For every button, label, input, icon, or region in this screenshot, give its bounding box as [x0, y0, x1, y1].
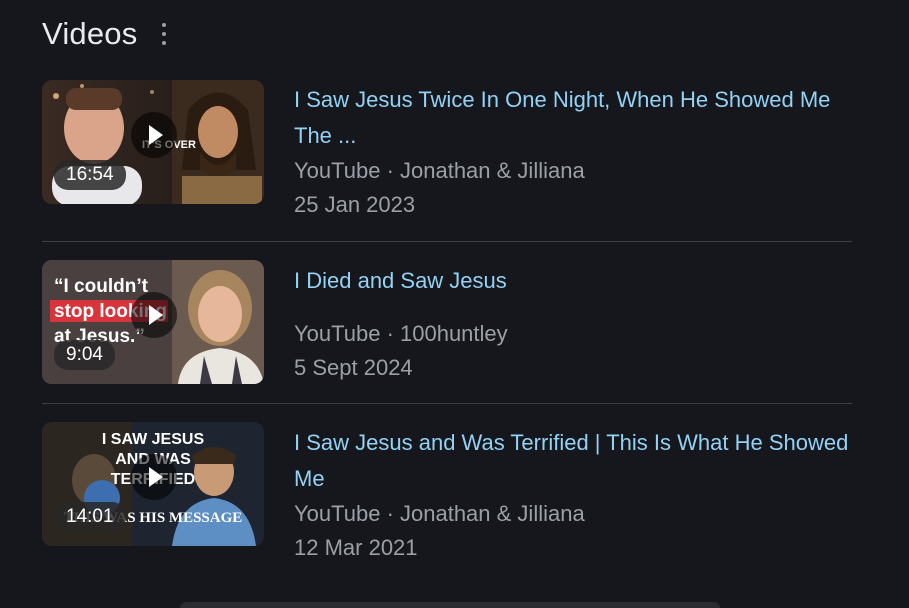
- more-videos-bar[interactable]: [180, 602, 720, 608]
- thumbnail-caption: “I couldn’t: [54, 276, 149, 297]
- videos-header: Videos: [42, 14, 169, 54]
- video-date: 12 Mar 2021: [294, 535, 418, 560]
- play-icon[interactable]: [131, 292, 177, 338]
- video-source: YouTube · 100huntley: [294, 321, 508, 346]
- video-source: YouTube · Jonathan & Jilliana: [294, 501, 585, 526]
- play-icon[interactable]: [131, 454, 177, 500]
- video-result-3[interactable]: I SAW JESUS AND WAS TERRIFIED THIS WAS H…: [42, 404, 852, 565]
- video-thumbnail[interactable]: IT'S OVER 16:54: [42, 80, 264, 204]
- video-thumbnail[interactable]: “I couldn’t stop looking at Jesus.” 9:04: [42, 260, 264, 384]
- video-meta: I Saw Jesus and Was Terrified | This Is …: [294, 425, 854, 565]
- video-meta: I Saw Jesus Twice In One Night, When He …: [294, 82, 854, 222]
- duration-badge: 14:01: [54, 502, 126, 532]
- more-options-icon[interactable]: [159, 23, 169, 45]
- section-title: Videos: [42, 16, 138, 51]
- video-thumbnail[interactable]: I SAW JESUS AND WAS TERRIFIED THIS WAS H…: [42, 422, 264, 546]
- thumbnail-caption: I SAW JESUS: [102, 431, 205, 448]
- video-title-link[interactable]: I Saw Jesus and Was Terrified | This Is …: [294, 425, 854, 497]
- video-date: 25 Jan 2023: [294, 192, 416, 217]
- video-title-link[interactable]: I Died and Saw Jesus: [294, 263, 854, 299]
- video-list: IT'S OVER 16:54 I Saw Jesus Twice In One…: [42, 80, 852, 565]
- video-date: 5 Sept 2024: [294, 355, 413, 380]
- play-icon[interactable]: [131, 112, 177, 158]
- kebab-dot: [162, 32, 167, 36]
- video-meta: I Died and Saw Jesus YouTube · 100huntle…: [294, 263, 854, 385]
- duration-badge: 16:54: [54, 160, 126, 190]
- kebab-dot: [162, 23, 167, 27]
- duration-badge: 9:04: [54, 340, 115, 370]
- video-result-2[interactable]: “I couldn’t stop looking at Jesus.” 9:04…: [42, 242, 852, 403]
- video-title-link[interactable]: I Saw Jesus Twice In One Night, When He …: [294, 82, 854, 154]
- video-result-1[interactable]: IT'S OVER 16:54 I Saw Jesus Twice In One…: [42, 80, 852, 241]
- kebab-dot: [162, 41, 167, 45]
- video-source: YouTube · Jonathan & Jilliana: [294, 158, 585, 183]
